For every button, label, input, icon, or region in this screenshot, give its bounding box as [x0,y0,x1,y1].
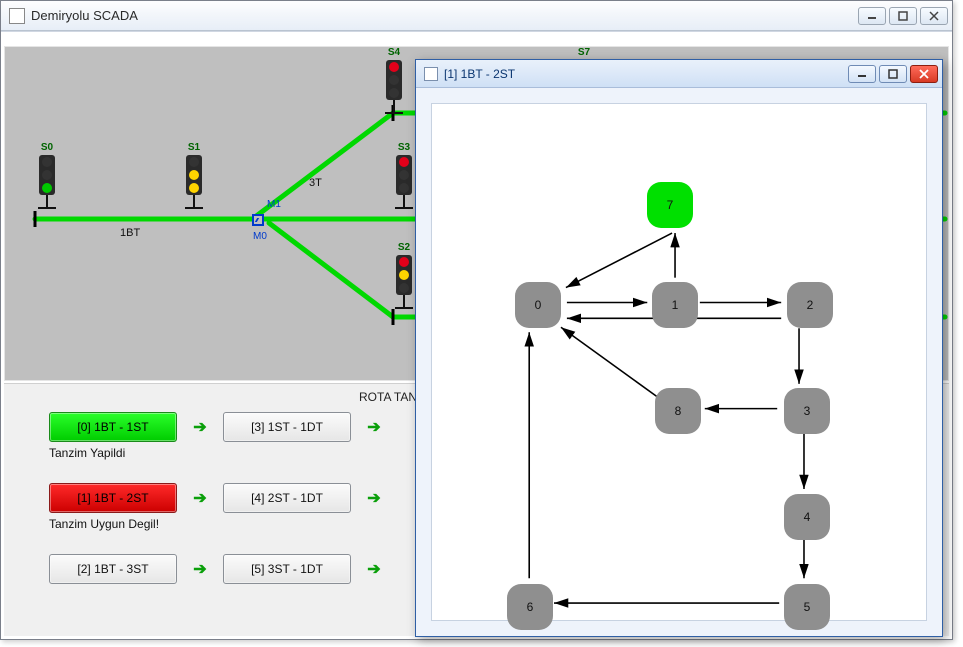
graph-node-3[interactable]: 3 [784,388,830,434]
status-tanzim-uygun-degil: Tanzim Uygun Degil! [49,517,159,531]
minimize-icon [857,69,867,79]
route-row-2: [2] 1BT - 3ST ➔ [5] 3ST - 1DT ➔ [49,554,385,584]
graph-minimize-button[interactable] [848,65,876,83]
main-titlebar[interactable]: Demiryolu SCADA [1,1,952,31]
close-icon [929,11,939,21]
graph-node-0[interactable]: 0 [515,282,561,328]
signal-S4[interactable]: S4 [385,47,403,114]
graph-node-4[interactable]: 4 [784,494,830,540]
graph-node-6[interactable]: 6 [507,584,553,630]
arrow-icon: ➔ [363,558,385,580]
app-icon [9,8,25,24]
graph-close-button[interactable] [910,65,938,83]
switch-label-M1: M1 [267,199,281,210]
graph-titlebar[interactable]: [1] 1BT - 2ST [416,60,942,88]
route-button-5[interactable]: [5] 3ST - 1DT [223,554,351,584]
arrow-icon: ➔ [189,416,211,438]
track-label-1BT: 1BT [120,227,140,239]
signal-S1[interactable]: S1 [185,142,203,209]
route-button-4[interactable]: [4] 2ST - 1DT [223,483,351,513]
maximize-button[interactable] [889,7,917,25]
route-button-2[interactable]: [2] 1BT - 3ST [49,554,177,584]
minimize-button[interactable] [858,7,886,25]
route-row-1: [1] 1BT - 2ST ➔ [4] 2ST - 1DT ➔ [49,483,385,513]
graph-canvas: 7 0 1 2 8 3 4 5 6 [431,103,927,621]
graph-title: [1] 1BT - 2ST [444,67,515,81]
graph-window[interactable]: [1] 1BT - 2ST [415,59,943,637]
graph-app-icon [424,67,438,81]
signal-S0[interactable]: S0 [38,142,56,209]
signal-S2[interactable]: S2 [395,242,413,309]
close-icon [919,69,929,79]
signal-S3[interactable]: S3 [395,142,413,209]
graph-node-5[interactable]: 5 [784,584,830,630]
maximize-icon [898,11,908,21]
main-title: Demiryolu SCADA [31,8,138,23]
graph-node-1[interactable]: 1 [652,282,698,328]
graph-node-8[interactable]: 8 [655,388,701,434]
switch-label-M0: M0 [253,231,267,242]
status-tanzim-yapildi: Tanzim Yapildi [49,446,125,460]
route-row-0: [0] 1BT - 1ST ➔ [3] 1ST - 1DT ➔ [49,412,385,442]
graph-node-7[interactable]: 7 [647,182,693,228]
arrow-icon: ➔ [189,487,211,509]
arrow-icon: ➔ [189,558,211,580]
graph-node-2[interactable]: 2 [787,282,833,328]
graph-maximize-button[interactable] [879,65,907,83]
minimize-icon [867,11,877,21]
route-button-0[interactable]: [0] 1BT - 1ST [49,412,177,442]
maximize-icon [888,69,898,79]
route-button-3[interactable]: [3] 1ST - 1DT [223,412,351,442]
close-button[interactable] [920,7,948,25]
arrow-icon: ➔ [363,487,385,509]
arrow-icon: ➔ [363,416,385,438]
switch-M0[interactable] [252,214,264,226]
route-button-1[interactable]: [1] 1BT - 2ST [49,483,177,513]
track-label-3T: 3T [309,177,322,189]
